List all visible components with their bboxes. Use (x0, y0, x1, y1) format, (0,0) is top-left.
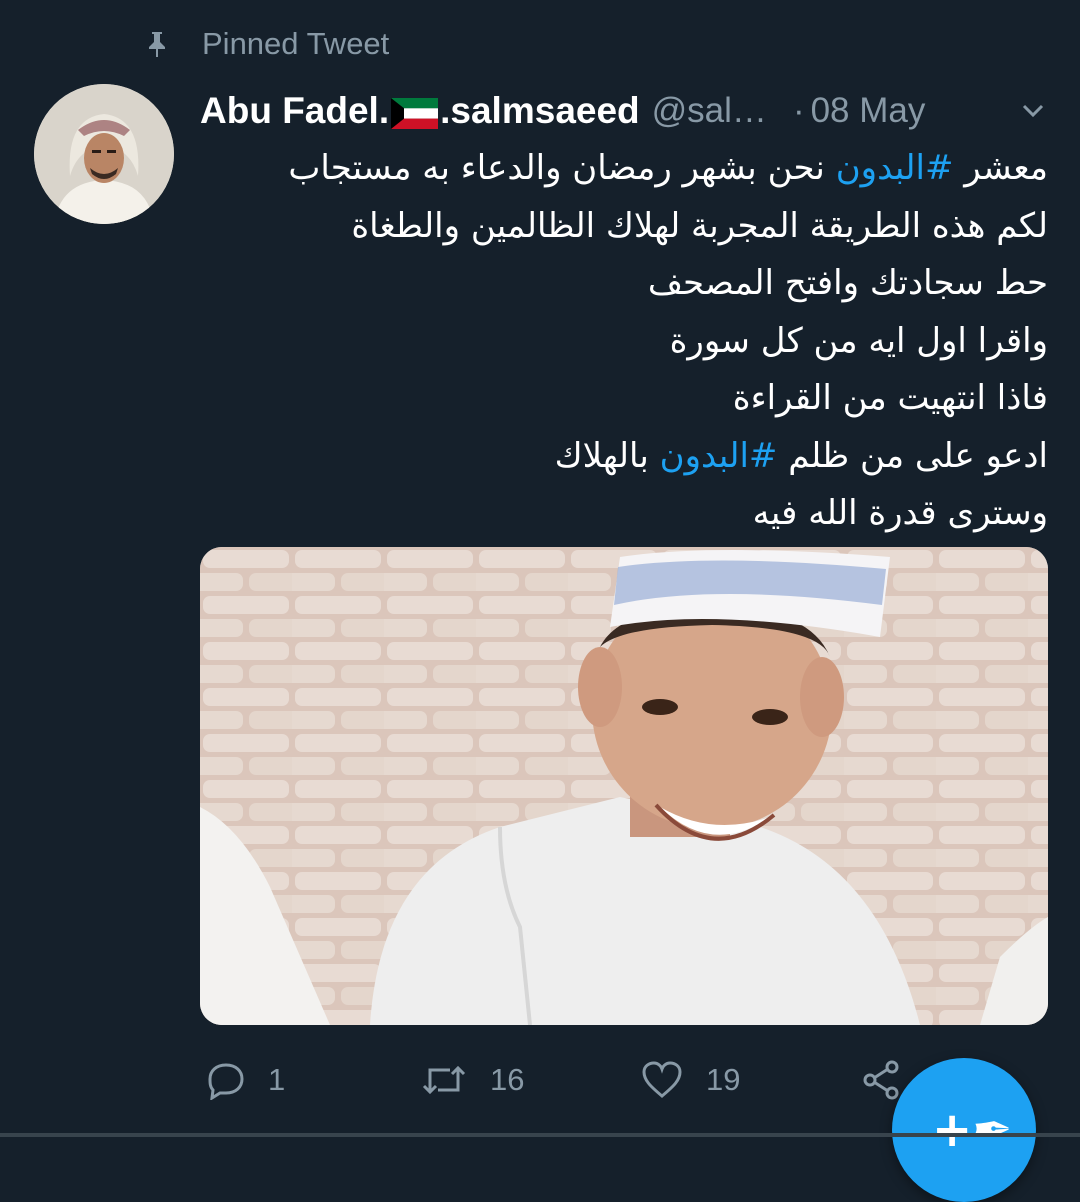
reply-button[interactable]: 1 (206, 1052, 285, 1108)
tweet-text-line: معشر #البدون نحن بشهر رمضان والدعاء به م… (288, 148, 1048, 188)
hashtag-link[interactable]: #البدون (660, 436, 778, 476)
reply-count: 1 (268, 1062, 286, 1097)
tweet-header: Abu Fadel. .salmsaeed @sal… · 08 May (200, 84, 1060, 138)
retweet-button[interactable]: 16 (420, 1052, 524, 1108)
retweet-icon (422, 1065, 466, 1095)
reply-icon (208, 1063, 244, 1100)
avatar[interactable] (34, 84, 174, 224)
hashtag-link[interactable]: #البدون (836, 148, 954, 188)
tweet-media-image[interactable] (200, 547, 1048, 1025)
pinned-tweet-label: Pinned Tweet (202, 26, 390, 61)
tweet-text-line: لكم هذه الطريقة المجربة لهلاك الظالمين و… (351, 205, 1048, 246)
tweet-text-line: حط سجادتك وافتح المصحف (647, 263, 1048, 303)
share-icon (863, 1060, 899, 1100)
heart-icon (642, 1061, 682, 1098)
like-button[interactable]: 19 (640, 1052, 740, 1108)
pinned-tweet-indicator: Pinned Tweet (142, 22, 389, 66)
like-count: 19 (706, 1062, 741, 1097)
chevron-down-icon[interactable] (1018, 96, 1048, 126)
tweet-text-line: فاذا انتهيت من القراءة (732, 378, 1048, 418)
divider (0, 1133, 1080, 1137)
tweet-text-line: ادعو على من ظلم #البدون بالهلاك (554, 435, 1048, 476)
tweet-text-line: وسترى قدرة الله فيه (752, 493, 1048, 533)
separator-dot: · (792, 91, 805, 130)
kuwait-flag-icon (391, 97, 439, 129)
retweet-count: 16 (490, 1062, 525, 1097)
tweet-text-line: واقرا اول ايه من كل سورة (669, 320, 1048, 361)
compose-tweet-icon: +✒ (932, 1102, 1013, 1158)
display-name[interactable]: Abu Fadel. .salmsaeed (200, 90, 640, 132)
tweet-date[interactable]: 08 May (811, 91, 926, 131)
pin-icon (142, 29, 172, 59)
user-handle[interactable]: @sal… (652, 91, 767, 131)
compose-tweet-button[interactable]: +✒ (892, 1058, 1036, 1202)
tweet-text: معشر #البدون نحن بشهر رمضان والدعاء به م… (200, 140, 1048, 543)
